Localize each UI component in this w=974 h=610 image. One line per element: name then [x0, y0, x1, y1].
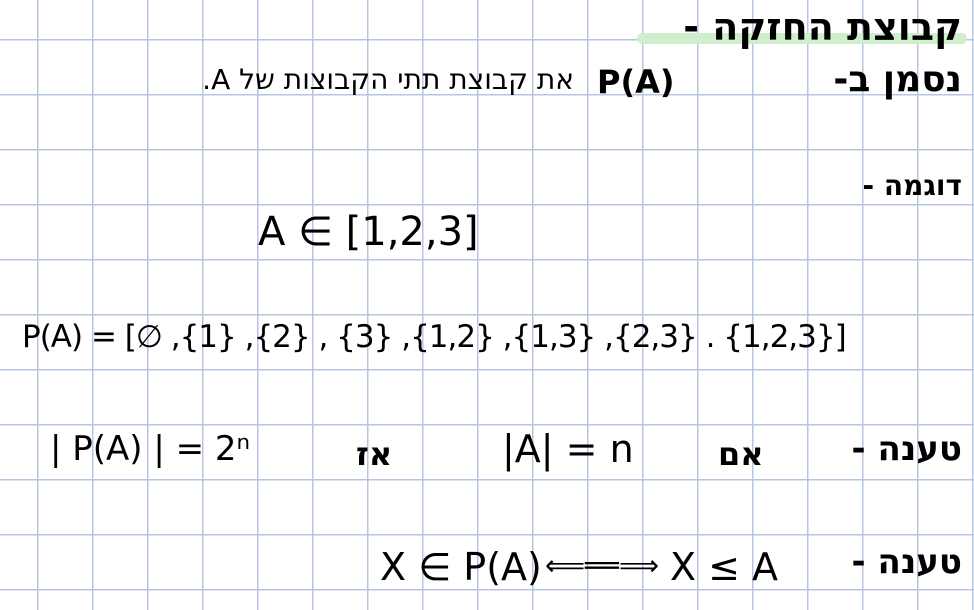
claim2-left: X ≤ A [670, 545, 779, 589]
page-title: קבוצת החזקה - [683, 5, 962, 49]
claim1-condition: |A| = n [502, 427, 634, 471]
iff-arrow-icon: ⟸══⟹ [545, 549, 659, 582]
claim2-label: טענה - [851, 542, 962, 582]
claim1-if: אם [718, 435, 764, 473]
definition-rest: את קבוצת תתי הקבוצות של A. [202, 63, 574, 96]
claim2-right: X ∈ P(A) [380, 545, 542, 589]
claim1-then: אז [356, 435, 393, 473]
claim1-label: טענה - [851, 429, 962, 469]
set-a: A ∈ [1,2,3] [258, 209, 479, 255]
claim1-result: | P(A) | = 2ⁿ [50, 429, 251, 469]
definition-symbol: P(A) [597, 63, 675, 101]
power-set-example: P(A) = [∅ ,{1} ,{2} , {3} ,{1,2} ,{1,3} … [22, 319, 847, 355]
definition-prefix: נסמן ב- [833, 59, 962, 100]
example-label: דוגמה - [862, 169, 962, 202]
